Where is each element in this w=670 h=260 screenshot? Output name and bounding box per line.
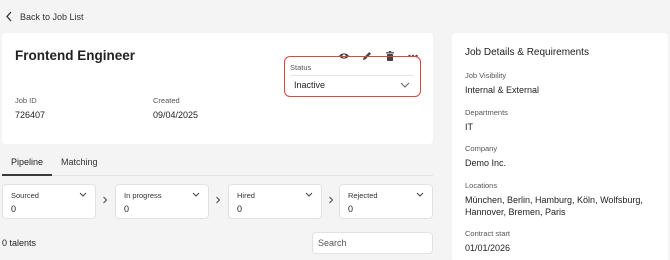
job-title: Frontend Engineer bbox=[15, 48, 136, 63]
detail-value: München, Berlin, Hamburg, Köln, Wolfsbur… bbox=[465, 195, 643, 217]
stage-label: In progress bbox=[124, 191, 162, 200]
stage-label: Sourced bbox=[11, 191, 39, 200]
detail-label: Job Visibility bbox=[465, 71, 507, 80]
status-label: Status bbox=[290, 63, 312, 72]
created-label: Created bbox=[153, 96, 180, 105]
detail-value: IT bbox=[465, 122, 473, 132]
detail-company: Company Demo Inc. bbox=[465, 144, 661, 169]
stage-hired[interactable]: Hired 0 bbox=[228, 184, 322, 219]
created-value: 09/04/2025 bbox=[153, 110, 199, 120]
detail-label: Locations bbox=[465, 181, 498, 190]
chevron-left-icon bbox=[6, 11, 12, 22]
detail-value: 01/01/2026 bbox=[465, 243, 511, 253]
chevron-right-icon bbox=[329, 196, 334, 204]
chevron-down-icon bbox=[79, 192, 87, 197]
chevron-down-icon bbox=[305, 192, 313, 197]
status-select[interactable]: Inactive bbox=[290, 75, 414, 93]
job-id-field: Job ID 726407 bbox=[15, 96, 45, 120]
job-tabs: Pipeline Matching bbox=[2, 152, 433, 176]
back-to-job-list-link[interactable]: Back to Job List bbox=[5, 11, 84, 22]
stage-label: Rejected bbox=[348, 191, 378, 200]
detail-value: Internal & External bbox=[465, 85, 540, 95]
detail-locations: Locations München, Berlin, Hamburg, Köln… bbox=[465, 181, 661, 218]
stage-in-progress[interactable]: In progress 0 bbox=[115, 184, 209, 219]
status-field: Status Inactive bbox=[284, 56, 421, 97]
detail-label: Company bbox=[465, 144, 498, 153]
chevron-right-icon bbox=[216, 196, 221, 204]
details-title: Job Details & Requirements bbox=[465, 47, 589, 58]
stage-rejected[interactable]: Rejected 0 bbox=[339, 184, 433, 219]
detail-contract-start: Contract start 01/01/2026 bbox=[465, 229, 661, 254]
chevron-down-icon bbox=[416, 192, 424, 197]
detail-label: Contract start bbox=[465, 229, 511, 238]
detail-visibility: Job Visibility Internal & External bbox=[465, 71, 661, 96]
job-id-value: 726407 bbox=[15, 110, 46, 120]
talent-count: 0 talents bbox=[2, 238, 37, 248]
stage-count: 0 bbox=[124, 204, 130, 214]
stage-count: 0 bbox=[348, 204, 354, 214]
chevron-down-icon bbox=[192, 192, 200, 197]
stage-sourced[interactable]: Sourced 0 bbox=[2, 184, 96, 219]
detail-label: Departments bbox=[465, 108, 508, 117]
detail-value: Demo Inc. bbox=[465, 158, 507, 168]
job-id-label: Job ID bbox=[15, 96, 37, 105]
tab-matching[interactable]: Matching bbox=[52, 152, 107, 176]
job-details-panel: Job Details & Requirements Job Visibilit… bbox=[452, 33, 668, 260]
stage-count: 0 bbox=[237, 204, 243, 214]
chevron-right-icon bbox=[103, 196, 108, 204]
detail-departments: Departments IT bbox=[465, 108, 661, 133]
search-input[interactable] bbox=[312, 232, 433, 254]
stage-label: Hired bbox=[237, 191, 255, 200]
tab-pipeline[interactable]: Pipeline bbox=[2, 152, 53, 176]
created-field: Created 09/04/2025 bbox=[153, 96, 198, 120]
chevron-down-icon bbox=[400, 82, 410, 88]
stage-count: 0 bbox=[11, 204, 17, 214]
back-label: Back to Job List bbox=[20, 11, 84, 22]
status-value: Inactive bbox=[294, 79, 326, 90]
